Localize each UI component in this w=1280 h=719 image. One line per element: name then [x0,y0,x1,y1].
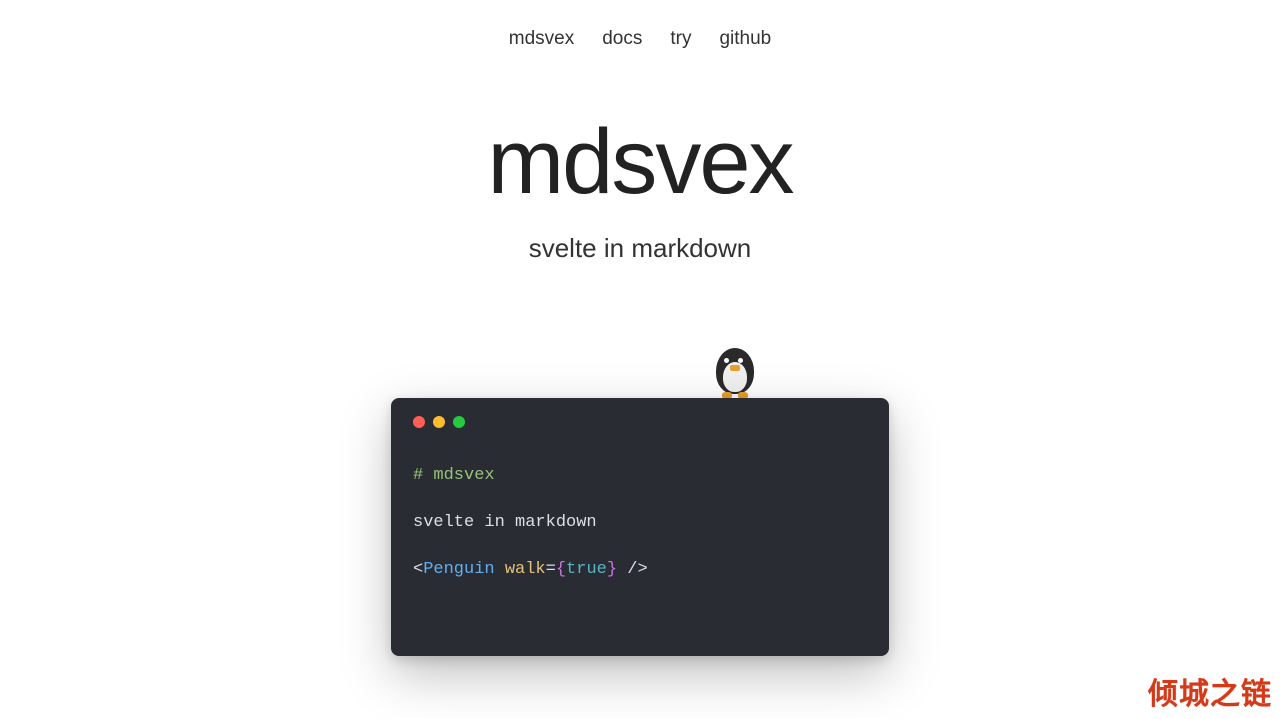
hero-subtitle: svelte in markdown [0,233,1280,264]
minimize-dot-icon [433,416,445,428]
nav-link-github[interactable]: github [719,28,771,50]
watermark-text: 倾城之链 [1148,669,1272,713]
maximize-dot-icon [453,416,465,428]
code-jsx-line: <Penguin walk={true} /> [413,556,867,585]
nav-link-try[interactable]: try [670,28,691,50]
nav-link-mdsvex[interactable]: mdsvex [509,28,574,50]
code-heading: # mdsvex [413,466,495,485]
code-terminal: # mdsvex svelte in markdown <Penguin wal… [391,398,889,656]
nav-link-docs[interactable]: docs [602,28,642,50]
top-nav: mdsvex docs try github [0,0,1280,50]
code-text: svelte in markdown [413,513,597,532]
code-block: # mdsvex svelte in markdown <Penguin wal… [413,462,867,585]
penguin-sprite [710,340,770,400]
hero-title: mdsvex [0,110,1280,215]
window-controls [413,416,867,428]
penguin-icon [710,340,760,396]
hero: mdsvex svelte in markdown [0,110,1280,264]
close-dot-icon [413,416,425,428]
